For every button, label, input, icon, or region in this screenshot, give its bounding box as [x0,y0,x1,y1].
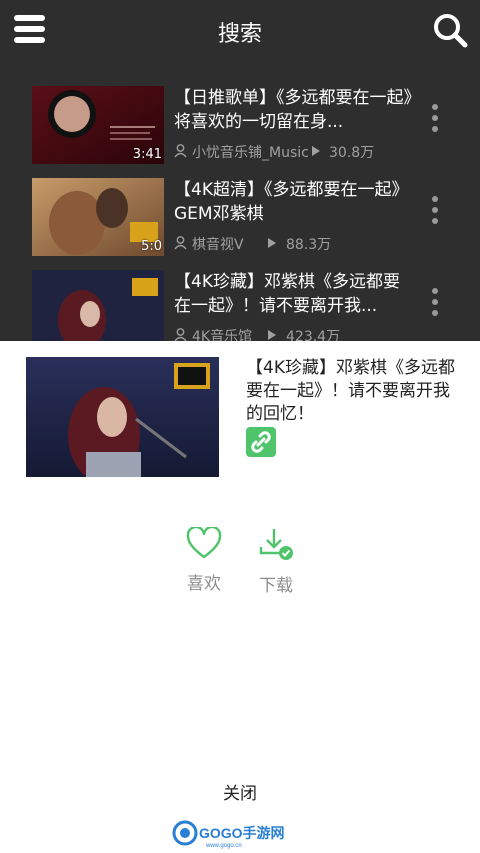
list-item[interactable]: 5:0 【4K超清】《多远都要在一起》GEM邓紫棋 棋音视V 88.3万 [0,172,480,264]
close-button[interactable]: 关闭 [0,779,480,804]
sheet-title: 【4K珍藏】邓紫棋《多远都要在一起》！请不要离开我的回忆！ [246,358,455,424]
svg-text:GOGO手游网: GOGO手游网 [199,825,285,841]
heart-icon [186,525,222,559]
play-count-icon [268,330,276,340]
like-label: 喜欢 [187,574,221,594]
svg-text:www.gogo.cn: www.gogo.cn [205,843,242,849]
video-title[interactable]: 【日推歌单】《多远都要在一起》将喜欢的一切留在身... [174,86,414,134]
play-count-icon [268,238,276,248]
top-bar: 搜索 [0,0,480,66]
video-author: 棋音视V [192,237,244,253]
more-options-icon[interactable] [430,196,440,232]
list-item[interactable]: 3:41 【日推歌单】《多远都要在一起》将喜欢的一切留在身... 小忧音乐铺_M… [0,80,480,172]
video-thumbnail[interactable]: 3:41 [32,86,164,164]
watermark-logo: GOGO手游网 www.gogo.cn [172,819,302,849]
sheet-thumbnail [26,357,219,477]
play-count-icon [312,146,320,156]
video-title[interactable]: 【4K超清】《多远都要在一起》GEM邓紫棋 [174,178,414,226]
download-button[interactable]: 下载 [246,527,306,596]
user-icon [174,328,187,342]
user-icon [174,144,187,158]
more-options-icon[interactable] [430,104,440,140]
video-duration: 3:41 [132,147,162,162]
video-duration: 5:0 [141,239,162,254]
download-icon [259,529,293,560]
user-icon [174,236,187,250]
video-meta: 棋音视V 88.3万 [174,234,414,254]
page-title: 搜索 [217,22,262,47]
video-author: 小忧音乐铺_Music [192,145,309,161]
more-options-icon[interactable] [430,288,440,324]
video-views: 88.3万 [286,237,332,253]
video-meta: 小忧音乐铺_Music 30.8万 [174,142,414,162]
video-views: 30.8万 [329,145,375,161]
bottom-sheet: 【4K珍藏】邓紫棋《多远都要在一起》！请不要离开我的回忆！ 喜欢 下载 关闭 G… [0,341,480,853]
search-icon[interactable] [432,12,468,48]
video-thumbnail[interactable]: 5:0 [32,178,164,256]
link-icon[interactable] [246,427,276,457]
video-title[interactable]: 【4K珍藏】邓紫棋《多远都要在一起》！请不要离开我... [174,270,414,318]
like-button[interactable]: 喜欢 [174,525,234,594]
download-label: 下载 [259,576,293,596]
video-thumbnail[interactable] [32,270,164,348]
